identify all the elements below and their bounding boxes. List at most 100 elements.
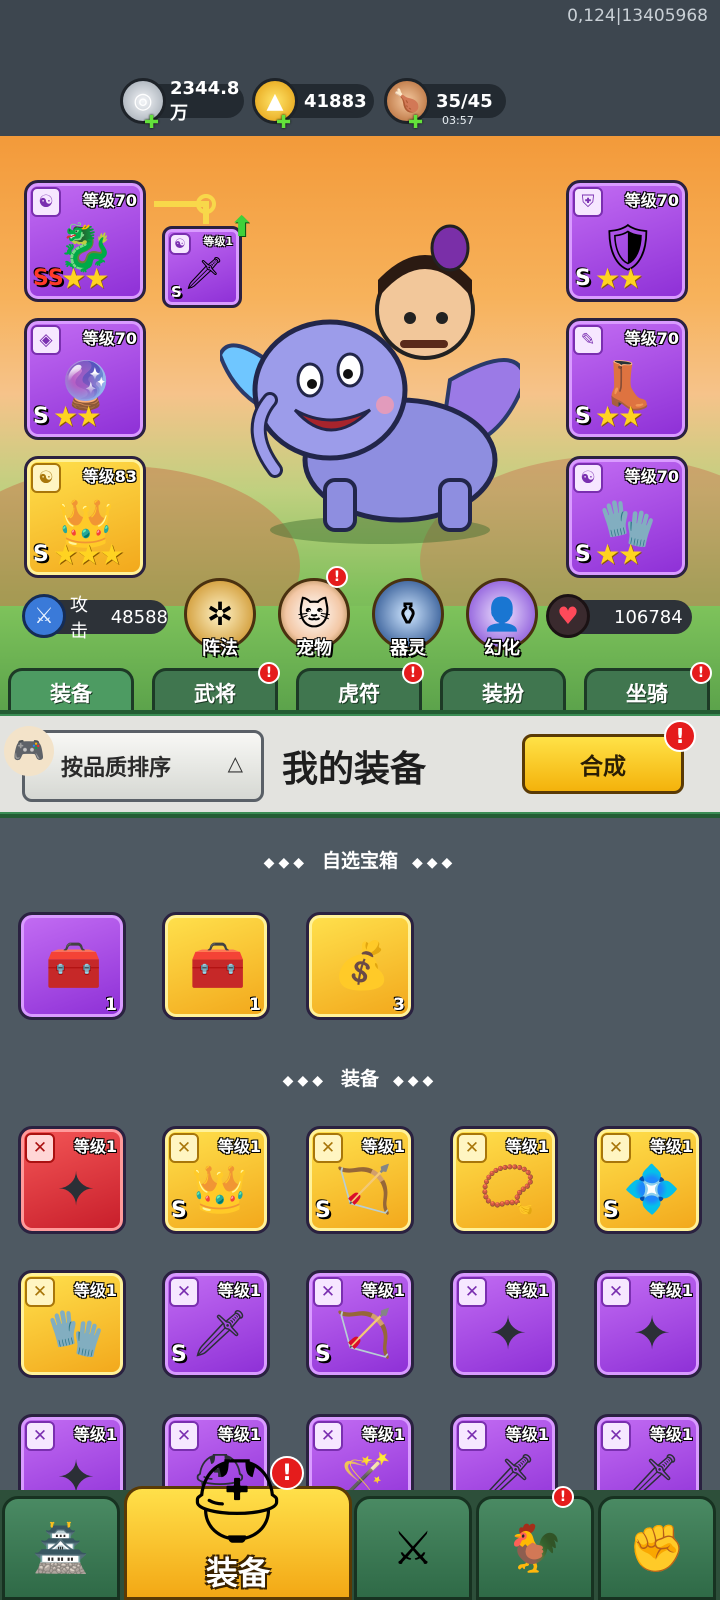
stamina-resource[interactable]: 🍗 ✚ 35/45 xyxy=(384,78,506,133)
page-title: 我的装备 xyxy=(282,749,427,790)
equipment-grade: S xyxy=(171,1198,187,1223)
equipment-item[interactable]: ✕ 等级1 📿 xyxy=(450,1126,558,1234)
equipment-item[interactable]: ✕ 等级1 ✦ xyxy=(18,1126,126,1234)
nav-heroes-button[interactable]: 🐓 xyxy=(476,1496,594,1600)
nav-home-button[interactable]: 🏯 xyxy=(2,1496,120,1600)
equipment-item[interactable]: ✕ 等级1 ✦ xyxy=(450,1270,558,1378)
equipment-grade: S xyxy=(315,1342,331,1367)
equip-slot-left-1[interactable]: ☯ 等级70 🐉 SS ★★ xyxy=(24,180,146,302)
selectable-chest-icon: 🧰 xyxy=(45,937,103,992)
slot-stars: ★★ xyxy=(61,262,109,295)
equipment-item[interactable]: ✕ 等级1 ✦ xyxy=(594,1270,702,1378)
equipment-item[interactable]: ✕ 等级1 👑 S xyxy=(162,1126,270,1234)
equip-slot-left-2[interactable]: ◈ 等级70 🔮 S ★★ xyxy=(24,318,146,440)
hero-character-on-elephant[interactable] xyxy=(220,220,520,550)
slot-grade: SS xyxy=(33,266,64,291)
slot-stars: ★★ xyxy=(53,400,101,433)
yin-yang-icon: ☯ xyxy=(31,463,61,493)
phantom-icon: 👤 xyxy=(482,595,522,633)
slot-grade: S xyxy=(33,542,49,567)
transform-label: 幻化 xyxy=(484,638,520,659)
gate-tower-icon: 🏯 xyxy=(32,1520,90,1575)
slot-grade: S xyxy=(575,266,591,291)
equipment-level: 等级1 xyxy=(649,1281,693,1300)
equipment-level: 等级1 xyxy=(73,1281,117,1300)
nav-battle-button[interactable]: ⚔ xyxy=(354,1496,472,1600)
nav-growth-button[interactable]: ✊ xyxy=(598,1496,716,1600)
equipment-item[interactable]: ✕ 等级1 💠 S xyxy=(594,1126,702,1234)
slot-stars: ★★ xyxy=(595,538,643,571)
gold-resource[interactable]: ▲ ✚ 41883 xyxy=(252,78,374,133)
merge-button[interactable]: 合成 xyxy=(522,734,684,794)
scimitar-icon: 🗡 xyxy=(190,1305,250,1360)
yin-yang-icon: ☯ xyxy=(31,187,61,217)
slot-level: 等级70 xyxy=(624,467,679,486)
slot-level: 等级70 xyxy=(624,329,679,348)
equipment-item[interactable]: ✕ 等级1 🏹 S xyxy=(306,1126,414,1234)
spirit-label: 器灵 xyxy=(390,638,426,659)
equip-slot-right-2[interactable]: ✎ 等级70 👢 S ★★ xyxy=(566,318,688,440)
crossed-swords-shield-icon: ⚔ xyxy=(392,1521,434,1575)
tab-mount-alert-badge: ! xyxy=(690,662,712,684)
tab-equipment[interactable]: 装备 xyxy=(8,668,134,714)
decor-dots: ◆◆◆ xyxy=(412,855,457,871)
add-silver-icon[interactable]: ✚ xyxy=(144,112,159,133)
gold-ingot-icon: ▲ xyxy=(252,78,298,124)
chest-item[interactable]: 🧰 1 xyxy=(18,912,126,1020)
equip-slot-right-3[interactable]: ☯ 等级70 🧤 S ★★ xyxy=(566,456,688,578)
decor-dots: ◆◆◆ xyxy=(263,855,308,871)
gamepad-icon[interactable]: 🎮 xyxy=(4,726,54,776)
attack-label: 攻击 xyxy=(70,595,88,642)
crystal-blade-icon: 🗡 xyxy=(183,254,225,292)
equipment-grade: S xyxy=(603,1198,619,1223)
equipment-level: 等级1 xyxy=(649,1425,693,1444)
gold-amount: 41883 xyxy=(304,90,367,112)
attack-value: 48588 xyxy=(110,606,168,628)
shuriken-icon: ✦ xyxy=(488,1306,528,1360)
slot-grade: S xyxy=(575,542,591,567)
silver-coin-icon: ◎ xyxy=(120,78,166,124)
equipment-item[interactable]: ✕ 等级1 🗡 S xyxy=(162,1270,270,1378)
add-gold-icon[interactable]: ✚ xyxy=(276,112,291,133)
equip-slot-right-1[interactable]: ⛨ 等级70 🛡 S ★★ xyxy=(566,180,688,302)
equipment-section-title: ◆◆◆ 装备 ◆◆◆ xyxy=(0,1064,720,1091)
equipment-item[interactable]: ✕ 等级1 🧤 xyxy=(18,1270,126,1378)
attack-stat: ⚔ 攻击 48588 xyxy=(22,594,168,642)
nav-equipment-label: 装备 xyxy=(205,1554,270,1592)
sort-by-quality-dropdown[interactable]: 按品质排序 △ xyxy=(22,730,264,802)
merge-alert-badge: ! xyxy=(664,720,696,752)
silver-resource[interactable]: ◎ ✚ 2344.8万 xyxy=(120,78,244,133)
meat-drumstick-icon: 🍗 xyxy=(384,78,430,124)
equipment-level: 等级1 xyxy=(217,1137,261,1156)
crystal-helmet-icon: 👑 xyxy=(191,1161,249,1216)
hero-stars-icon: 🐓 xyxy=(506,1520,564,1575)
slot-grade: S xyxy=(33,404,49,429)
decor-dots: ◆◆◆ xyxy=(393,1073,438,1089)
build-id-label: 0,124|13405968 xyxy=(567,6,708,26)
amulet-icon: 📿 xyxy=(479,1161,537,1216)
equipment-section-label: 装备 xyxy=(340,1068,379,1090)
equip-slot-left-3[interactable]: ☯ 等级83 👑 S ★★★ xyxy=(24,456,146,578)
slot-stars: ★★★ xyxy=(53,538,124,571)
equipment-item[interactable]: ✕ 等级1 🏹 S xyxy=(306,1270,414,1378)
tab-costume[interactable]: 装扮 xyxy=(440,668,566,714)
chest-item[interactable]: 💰 3 xyxy=(306,912,414,1020)
add-stamina-icon[interactable]: ✚ xyxy=(408,112,423,133)
tab-generals-alert-badge: ! xyxy=(258,662,280,684)
boots-icon: ✎ xyxy=(573,325,603,355)
triangle-up-icon: △ xyxy=(227,751,243,775)
slot-stars: ★★ xyxy=(595,262,643,295)
hp-value: 106784 xyxy=(614,606,683,628)
chest-item[interactable]: 🧰 1 xyxy=(162,912,270,1020)
slot-level: 等级70 xyxy=(82,191,137,210)
equipment-level: 等级1 xyxy=(73,1137,117,1156)
slot-level: 等级70 xyxy=(624,191,679,210)
equipment-level: 等级1 xyxy=(217,1281,261,1300)
tab-tiger-tally-alert-badge: ! xyxy=(402,662,424,684)
pet-alert-badge: ! xyxy=(326,566,348,588)
stamina-amount: 35/45 xyxy=(436,90,493,112)
silver-amount: 2344.8万 xyxy=(170,77,240,124)
slot-grade: S xyxy=(575,404,591,429)
equipment-level: 等级1 xyxy=(649,1137,693,1156)
equipment-level: 等级1 xyxy=(361,1137,405,1156)
